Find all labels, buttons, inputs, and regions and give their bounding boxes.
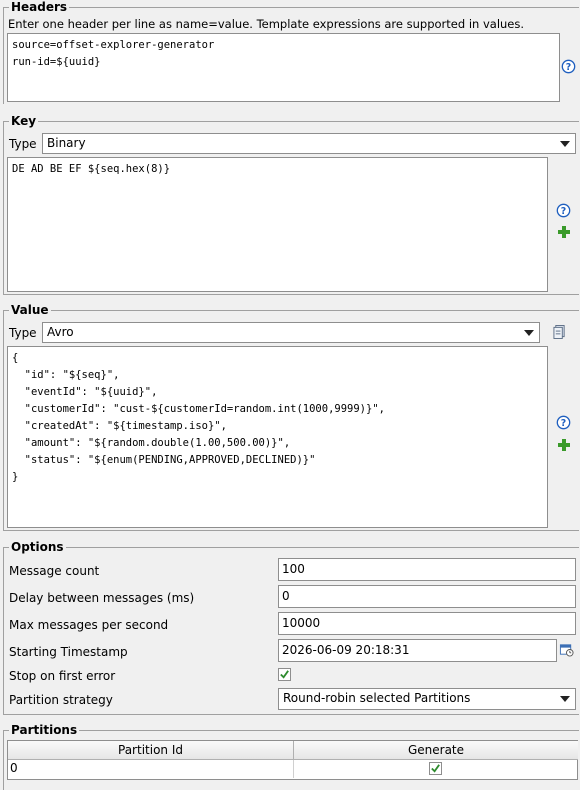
chevron-down-icon — [560, 141, 570, 147]
partitions-title: Partitions — [9, 722, 80, 738]
svg-text:?: ? — [566, 62, 571, 73]
headers-textarea[interactable]: source=offset-explorer-generator run-id=… — [7, 33, 560, 102]
calendar-icon[interactable] — [559, 642, 574, 657]
chevron-down-icon — [524, 330, 534, 336]
message-count-label: Message count — [9, 564, 100, 578]
checkmark-icon — [431, 764, 440, 773]
key-type-value: Binary — [47, 136, 86, 150]
key-title: Key — [9, 113, 39, 129]
generate-checkbox[interactable] — [429, 762, 442, 775]
max-per-sec-input[interactable]: 10000 — [278, 612, 576, 635]
column-header-generate[interactable]: Generate — [294, 741, 578, 760]
message-count-input[interactable]: 100 — [278, 558, 576, 581]
column-header-partition-id[interactable]: Partition Id — [8, 741, 294, 760]
schema-browse-icon[interactable] — [553, 324, 566, 340]
stop-on-error-checkbox[interactable] — [278, 668, 291, 681]
table-cell-partition-id: 0 — [10, 760, 294, 778]
partition-strategy-value: Round-robin selected Partitions — [283, 691, 471, 705]
max-per-sec-label: Max messages per second — [9, 618, 169, 632]
key-type-label: Type — [9, 137, 37, 151]
value-add-icon[interactable] — [557, 438, 571, 452]
key-type-select[interactable]: Binary — [42, 133, 576, 154]
key-add-icon[interactable] — [557, 225, 571, 239]
starting-timestamp-input[interactable]: 2026-06-09 20:18:31 — [278, 639, 557, 662]
partition-strategy-select[interactable]: Round-robin selected Partitions — [278, 688, 576, 710]
value-help-icon[interactable]: ? — [556, 415, 571, 430]
delay-input[interactable]: 0 — [278, 585, 576, 608]
delay-label: Delay between messages (ms) — [9, 591, 195, 605]
svg-text:?: ? — [561, 206, 566, 217]
partition-strategy-label: Partition strategy — [9, 693, 113, 707]
value-type-select[interactable]: Avro — [42, 322, 540, 343]
value-textarea[interactable]: { "id": "${seq}", "eventId": "${uuid}", … — [7, 346, 548, 528]
headers-hint: Enter one header per line as name=value.… — [8, 17, 525, 31]
chevron-down-icon — [560, 696, 570, 702]
starting-timestamp-label: Starting Timestamp — [9, 645, 128, 659]
stop-on-error-label: Stop on first error — [9, 669, 116, 683]
headers-title: Headers — [9, 0, 70, 15]
value-title: Value — [9, 302, 51, 318]
options-title: Options — [9, 539, 66, 555]
partitions-table: Partition Id Generate 0 — [7, 740, 578, 780]
checkmark-icon — [280, 670, 289, 679]
value-type-value: Avro — [47, 325, 74, 339]
key-help-icon[interactable]: ? — [556, 203, 571, 218]
headers-help-icon[interactable]: ? — [561, 59, 576, 74]
key-textarea[interactable]: DE AD BE EF ${seq.hex(8)} — [7, 157, 548, 292]
value-type-label: Type — [9, 326, 37, 340]
svg-text:?: ? — [561, 418, 566, 429]
